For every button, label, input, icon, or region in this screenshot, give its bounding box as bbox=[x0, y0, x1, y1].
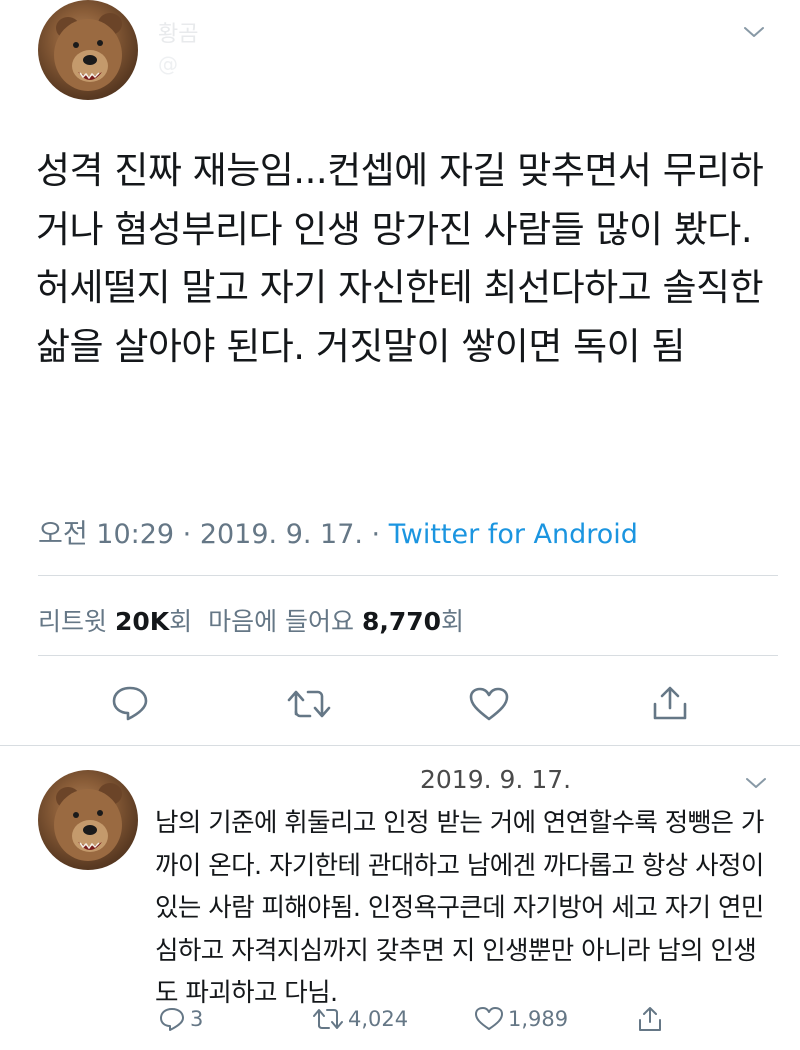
divider bbox=[38, 575, 778, 576]
reply-reply-button[interactable]: 3 bbox=[158, 1004, 203, 1034]
tweet-timestamp: 오전 10:29 · 2019. 9. 17. · Twitter for An… bbox=[38, 512, 638, 551]
retweet-icon bbox=[287, 690, 331, 718]
reply-date[interactable]: 2019. 9. 17. bbox=[420, 765, 571, 794]
bear-face-image bbox=[54, 13, 122, 91]
retweet-unit: 회 bbox=[169, 607, 193, 636]
share-button[interactable] bbox=[650, 684, 690, 722]
like-button[interactable] bbox=[468, 686, 510, 722]
author-avatar[interactable] bbox=[38, 0, 138, 100]
heart-icon bbox=[469, 687, 509, 721]
reply-like-button[interactable]: 1,989 bbox=[474, 1004, 568, 1034]
retweet-button[interactable] bbox=[286, 686, 332, 722]
tweet-stats: 리트윗 20K회 마음에 들어요 8,770회 bbox=[38, 602, 464, 638]
reply-retweet-count: 4,024 bbox=[348, 1007, 409, 1031]
retweet-stat[interactable]: 리트윗 20K회 bbox=[38, 607, 192, 636]
tweet-source-link[interactable]: Twitter for Android bbox=[389, 519, 638, 550]
like-count: 8,770 bbox=[361, 607, 442, 636]
author-name[interactable]: 황곰 bbox=[158, 16, 198, 48]
bear-face-image bbox=[54, 783, 122, 861]
reply-button[interactable] bbox=[110, 684, 150, 722]
share-icon bbox=[639, 1007, 661, 1031]
retweet-label: 리트윗 bbox=[38, 607, 108, 636]
author-handle[interactable]: @ bbox=[158, 52, 178, 76]
divider bbox=[38, 655, 778, 656]
like-stat[interactable]: 마음에 들어요 8,770회 bbox=[208, 607, 464, 636]
reply-author-avatar[interactable] bbox=[38, 770, 138, 870]
reply-retweet-button[interactable]: 4,024 bbox=[312, 1004, 408, 1034]
like-label: 마음에 들어요 bbox=[208, 607, 355, 636]
divider bbox=[0, 745, 800, 746]
reply-icon bbox=[160, 1008, 184, 1031]
reply-icon bbox=[112, 686, 148, 721]
reply-like-count: 1,989 bbox=[508, 1007, 569, 1031]
reply-reply-count: 3 bbox=[190, 1007, 204, 1031]
heart-icon bbox=[475, 1007, 503, 1030]
tweet-time: 오전 10:29 · 2019. 9. 17. · bbox=[38, 519, 389, 550]
chevron-down-icon[interactable] bbox=[744, 775, 768, 791]
retweet-icon bbox=[313, 1009, 343, 1029]
like-unit: 회 bbox=[441, 607, 465, 636]
reply-share-button[interactable] bbox=[636, 1004, 668, 1034]
reply-text: 남의 기준에 휘둘리고 인정 받는 거에 연연할수록 정뺑은 가까이 온다. 자… bbox=[155, 808, 764, 1008]
chevron-down-icon[interactable] bbox=[742, 24, 766, 40]
retweet-count: 20K bbox=[114, 607, 170, 636]
share-icon bbox=[653, 686, 687, 720]
tweet-text: 성격 진짜 재능임...컨셉에 자길 맞추면서 무리하거나 혐성부리다 인생 망… bbox=[36, 149, 764, 368]
